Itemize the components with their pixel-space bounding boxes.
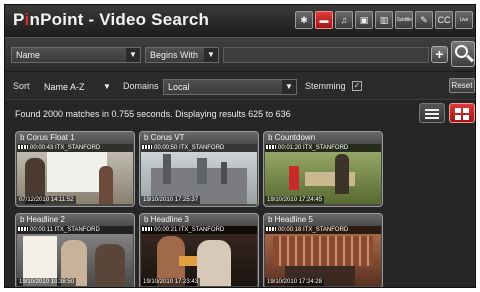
result-date: 19/10/2010 17:24:28: [265, 278, 325, 286]
video-thumbnail[interactable]: 00:01:20 ITX_STANFORD 19/10/2010 17:24:45: [265, 144, 381, 204]
result-title: b Headline 3: [140, 214, 258, 226]
video-thumbnail[interactable]: 00:00:18 ITX_STANFORD 19/10/2010 17:24:28: [265, 226, 381, 286]
result-card[interactable]: b Headline 5 00:00:18 ITX_STANFORD 19/10/2…: [263, 213, 383, 287]
timecode-label: 00:00:21 ITX_STANFORD: [141, 226, 257, 234]
stemming-label: Stemming: [305, 81, 346, 91]
result-card[interactable]: b Corus VT 00:00:50 ITX_STANFORD 19/10/201…: [139, 131, 259, 207]
video-icon[interactable]: ▬: [315, 11, 333, 29]
result-date: 19/10/2010 10:38:50: [17, 278, 77, 286]
field-select[interactable]: Name ▼: [11, 47, 141, 63]
timecode-label: 00:01:20 ITX_STANFORD: [265, 144, 381, 152]
timecode-label: 00:00:11 ITX_STANFORD: [17, 226, 133, 234]
search-input[interactable]: [223, 47, 429, 63]
result-date: 19/10/2010 17:25:37: [141, 196, 201, 204]
film-strip-icon[interactable]: ▥: [375, 11, 393, 29]
add-criteria-button[interactable]: +: [431, 46, 448, 63]
result-date: 07/12/2010 14:11:52: [17, 196, 76, 204]
search-button[interactable]: [451, 41, 475, 67]
video-thumbnail[interactable]: 00:00:21 ITX_STANFORD 19/10/2010 17:23:43: [141, 226, 257, 286]
result-date: 19/10/2010 17:24:45: [265, 196, 325, 204]
chevron-down-icon: ▼: [282, 80, 296, 94]
film-strip-icon: [142, 227, 152, 231]
domains-select-value: Local: [168, 82, 190, 92]
chevron-down-icon: ▼: [100, 80, 114, 94]
result-date: 19/10/2010 17:23:43: [141, 278, 201, 286]
results-status: Found 2000 matches in 0.755 seconds. Dis…: [15, 109, 291, 119]
chevron-down-icon: ▼: [126, 48, 140, 62]
result-card[interactable]: b Corus Float 1 00:00:43 ITX_STANFORD 07/1…: [15, 131, 135, 207]
operator-select[interactable]: Begins With ▼: [145, 47, 219, 63]
video-thumbnail[interactable]: 00:00:50 ITX_STANFORD 19/10/2010 17:25:37: [141, 144, 257, 204]
closed-caption-icon[interactable]: CC: [435, 11, 453, 29]
result-card[interactable]: b Headline 2 00:00:11 ITX_STANFORD 19/10/2…: [15, 213, 135, 287]
sparkle-icon[interactable]: ✱: [295, 11, 313, 29]
result-card[interactable]: b Headline 3 00:00:21 ITX_STANFORD 19/10/2…: [139, 213, 259, 287]
film-strip-icon: [266, 145, 276, 149]
results-grid: b Corus Float 1 00:00:43 ITX_STANFORD 07/1…: [5, 127, 475, 287]
domains-label: Domains: [123, 81, 159, 91]
video-thumbnail[interactable]: 00:00:43 ITX_STANFORD 07/12/2010 14:11:52: [17, 144, 133, 204]
result-title: b Headline 5: [264, 214, 382, 226]
film-strip-icon: [18, 227, 28, 231]
subtitle-icon[interactable]: Subtitle: [395, 11, 413, 29]
result-title: b Headline 2: [16, 214, 134, 226]
list-view-button[interactable]: [419, 103, 445, 123]
reset-button[interactable]: Reset: [449, 78, 475, 93]
sort-select-value: Name A-Z: [44, 82, 85, 92]
video-thumbnail[interactable]: 00:00:11 ITX_STANFORD 19/10/2010 10:38:50: [17, 226, 133, 286]
film-strip-icon: [18, 145, 28, 149]
result-title: b Countdown: [264, 132, 382, 144]
field-select-value: Name: [16, 50, 41, 60]
music-icon[interactable]: ♫: [335, 11, 353, 29]
result-card[interactable]: b Countdown 00:01:20 ITX_STANFORD 19/10/20…: [263, 131, 383, 207]
stemming-checkbox[interactable]: ✓: [352, 81, 362, 91]
media-type-toolbar: ✱ ▬ ♫ ▣ ▥ Subtitle ✎ CC Live: [295, 11, 473, 29]
result-title: b Corus VT: [140, 132, 258, 144]
operator-select-value: Begins With: [150, 50, 199, 60]
title-bar: PinPoint - Video Search ✱ ▬ ♫ ▣ ▥ Subtitle ✎ CC…: [5, 5, 475, 37]
film-strip-icon: [142, 145, 152, 149]
status-row: Found 2000 matches in 0.755 seconds. Dis…: [5, 99, 475, 127]
domains-select[interactable]: Local ▼: [163, 79, 297, 95]
image-icon[interactable]: ▣: [355, 11, 373, 29]
sort-select[interactable]: Name A-Z ▼: [39, 79, 115, 95]
grid-view-button[interactable]: [449, 103, 475, 123]
app-title: PinPoint - Video Search: [13, 10, 210, 29]
search-row: Name ▼ Begins With ▼ +: [5, 37, 475, 71]
timecode-label: 00:00:18 ITX_STANFORD: [265, 226, 381, 234]
timecode-label: 00:00:43 ITX_STANFORD: [17, 144, 133, 152]
sort-label: Sort: [13, 81, 30, 91]
chevron-down-icon: ▼: [204, 48, 218, 62]
timecode-label: 00:00:50 ITX_STANFORD: [141, 144, 257, 152]
film-strip-icon: [266, 227, 276, 231]
pencil-icon[interactable]: ✎: [415, 11, 433, 29]
live-icon[interactable]: Live: [455, 11, 473, 29]
app-window: PinPoint - Video Search ✱ ▬ ♫ ▣ ▥ Subtitle ✎ CC…: [4, 4, 476, 288]
filter-row: Sort Name A-Z ▼ Domains Local ▼ Stemming…: [5, 71, 475, 99]
result-title: b Corus Float 1: [16, 132, 134, 144]
